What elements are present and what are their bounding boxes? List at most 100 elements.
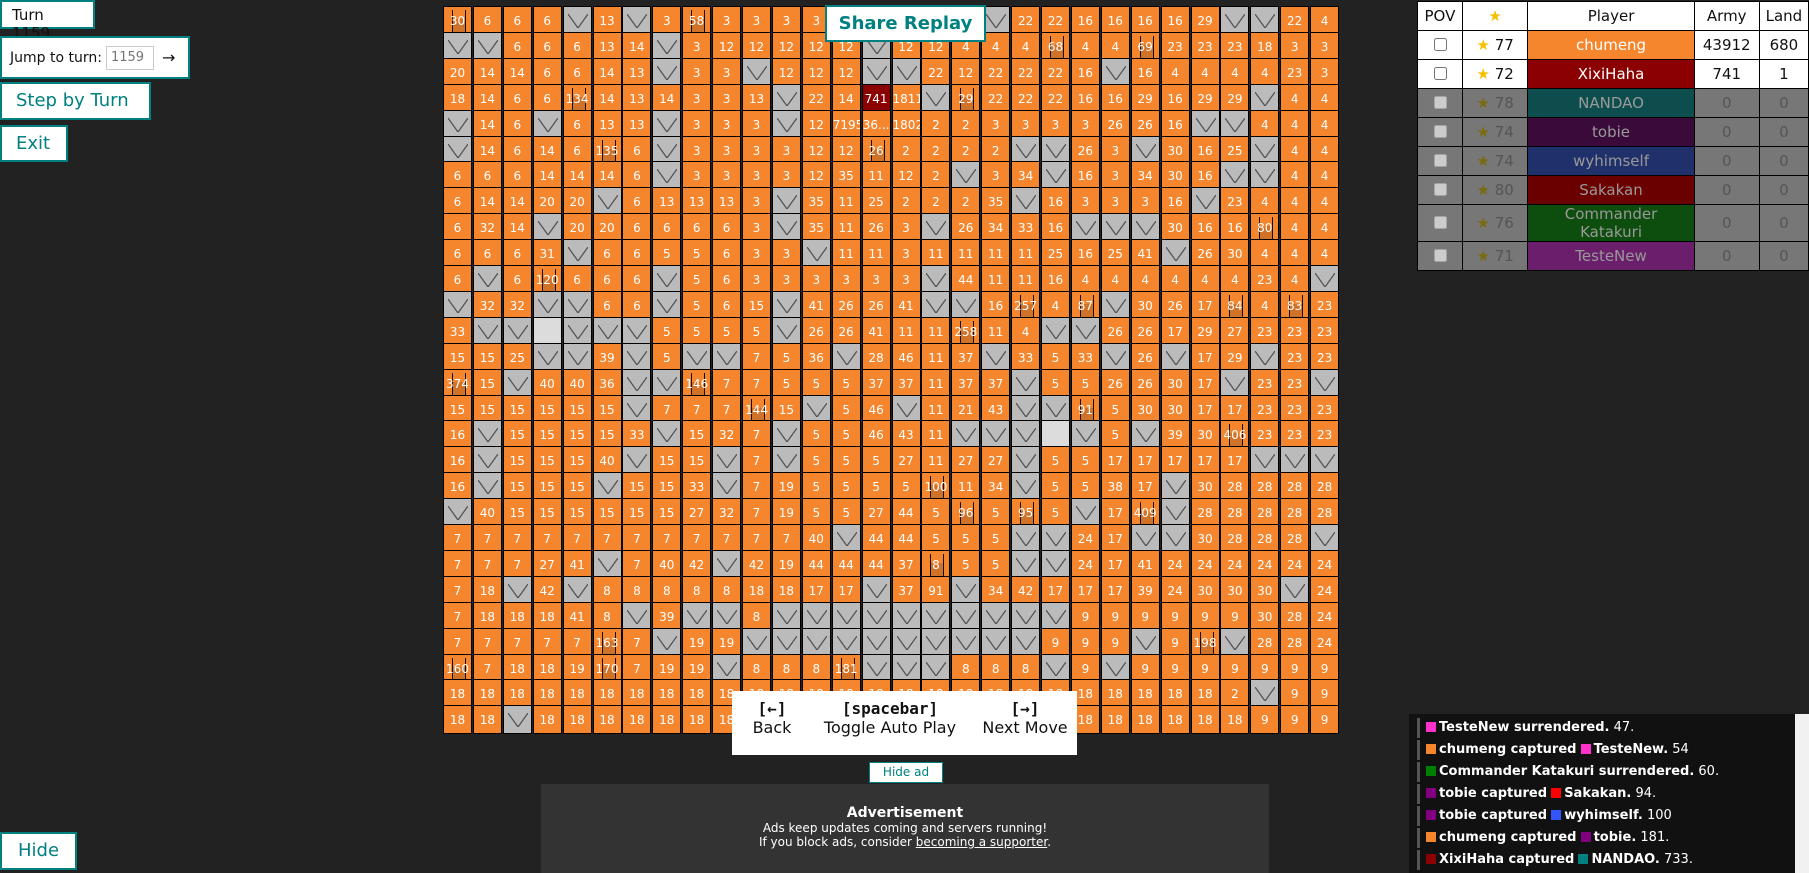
owned-tile[interactable]: 8 [682, 575, 712, 605]
owned-tile[interactable]: 9 [1100, 627, 1130, 657]
owned-tile[interactable]: 17 [1190, 290, 1220, 320]
owned-tile[interactable]: 7 [742, 524, 771, 553]
mountain-tile[interactable] [831, 627, 861, 657]
mountain-tile[interactable] [532, 213, 562, 243]
mountain-tile[interactable] [622, 6, 652, 35]
owned-tile[interactable]: 28 [1250, 498, 1280, 528]
mountain-tile[interactable] [771, 83, 801, 113]
mountain-tile[interactable] [921, 265, 951, 294]
owned-tile[interactable]: 4 [1310, 213, 1340, 243]
mountain-tile[interactable] [1250, 342, 1280, 372]
mountain-tile[interactable] [981, 420, 1011, 450]
owned-tile[interactable]: 28 [1280, 524, 1310, 553]
mountain-tile[interactable] [1011, 549, 1041, 579]
owned-tile[interactable]: 26 [1130, 316, 1160, 346]
owned-tile[interactable]: 3 [712, 57, 742, 87]
owned-tile[interactable]: 2 [921, 161, 951, 191]
mountain-tile[interactable] [771, 316, 801, 346]
owned-tile[interactable]: 8 [1011, 653, 1041, 683]
owned-tile[interactable]: 5 [801, 368, 831, 398]
owned-tile[interactable]: 11 [951, 239, 981, 269]
owned-tile[interactable]: 6 [443, 161, 472, 191]
mountain-tile[interactable] [951, 161, 981, 191]
owned-tile[interactable]: 34 [1011, 161, 1041, 191]
owned-tile[interactable]: 6 [622, 265, 652, 294]
owned-tile[interactable]: 28 [1250, 627, 1280, 657]
owned-tile[interactable]: 15 [652, 446, 682, 476]
owned-tile[interactable]: 36 [592, 368, 622, 398]
owned-tile[interactable]: 6 [532, 31, 562, 61]
owned-tile[interactable]: 41 [1130, 239, 1160, 269]
owned-tile[interactable]: 18 [562, 679, 592, 709]
back-control[interactable]: [←] Back [740, 699, 804, 737]
city-tile[interactable]: 95 [1011, 498, 1041, 528]
owned-tile[interactable]: 5 [831, 368, 861, 398]
city-tile[interactable]: 68 [1041, 31, 1070, 61]
owned-tile[interactable]: 18 [502, 601, 532, 631]
mountain-tile[interactable] [1280, 575, 1310, 605]
mountain-tile[interactable] [1011, 524, 1041, 553]
owned-tile[interactable]: 24 [1310, 575, 1340, 605]
owned-tile[interactable]: 19 [652, 653, 682, 683]
owned-tile[interactable]: 22 [1280, 6, 1310, 35]
owned-tile[interactable]: 14 [472, 187, 502, 217]
step-by-turn-button[interactable]: Step by Turn [0, 82, 151, 120]
owned-tile[interactable]: 6 [622, 135, 652, 165]
owned-tile[interactable]: 9 [1250, 653, 1280, 683]
owned-tile[interactable]: 4 [1280, 265, 1310, 294]
owned-tile[interactable]: 19 [682, 627, 712, 657]
owned-tile[interactable]: 16 [1070, 161, 1100, 191]
owned-tile[interactable]: 26 [861, 290, 891, 320]
mountain-tile[interactable] [981, 342, 1011, 372]
jump-go-arrow-icon[interactable]: → [162, 48, 175, 67]
owned-tile[interactable]: 16 [1190, 161, 1220, 191]
owned-tile[interactable]: 32 [712, 498, 742, 528]
owned-tile[interactable]: 6 [502, 83, 532, 113]
mountain-tile[interactable] [1011, 368, 1041, 398]
owned-tile[interactable]: 18 [771, 575, 801, 605]
owned-tile[interactable]: 35 [981, 187, 1011, 217]
mountain-tile[interactable] [1160, 239, 1190, 269]
owned-tile[interactable]: 19 [682, 653, 712, 683]
owned-tile[interactable]: 7 [652, 394, 682, 424]
owned-tile[interactable]: 6 [712, 239, 742, 269]
city-tile[interactable]: 409 [1130, 498, 1160, 528]
owned-tile[interactable]: 16 [1070, 83, 1100, 113]
owned-tile[interactable]: 4 [1100, 265, 1130, 294]
owned-tile[interactable]: 46 [891, 342, 921, 372]
owned-tile[interactable]: 13 [652, 187, 682, 217]
mountain-tile[interactable] [652, 627, 682, 657]
owned-tile[interactable]: 28 [1190, 498, 1220, 528]
owned-tile[interactable]: 6 [562, 135, 592, 165]
owned-tile[interactable]: 4 [1310, 239, 1340, 269]
owned-tile[interactable]: 4 [1250, 290, 1280, 320]
owned-tile[interactable]: 17 [1190, 394, 1220, 424]
owned-tile[interactable]: 16 [1220, 213, 1250, 243]
owned-tile[interactable]: 30 [1250, 601, 1280, 631]
owned-tile[interactable]: 11 [831, 213, 861, 243]
owned-tile[interactable]: 14 [502, 213, 532, 243]
owned-tile[interactable]: 5 [1100, 394, 1130, 424]
owned-tile[interactable]: 3 [831, 265, 861, 294]
owned-tile[interactable]: 20 [443, 57, 472, 87]
mountain-tile[interactable] [801, 601, 831, 631]
mountain-tile[interactable] [443, 109, 472, 139]
owned-tile[interactable]: 14 [472, 57, 502, 87]
owned-tile[interactable]: 6 [592, 265, 622, 294]
owned-tile[interactable]: 28 [1250, 472, 1280, 502]
owned-tile[interactable]: 7 [622, 653, 652, 683]
owned-tile[interactable]: 5 [801, 420, 831, 450]
owned-tile[interactable]: 18 [472, 705, 502, 735]
owned-tile[interactable]: 3 [1041, 109, 1070, 139]
owned-tile[interactable]: 37 [891, 368, 921, 398]
city-tile[interactable]: 120 [532, 265, 562, 294]
owned-tile[interactable]: 9 [1160, 627, 1190, 657]
owned-tile[interactable]: 29 [1190, 83, 1220, 113]
owned-tile[interactable]: 17 [1100, 498, 1130, 528]
owned-tile[interactable]: 41 [1130, 549, 1160, 579]
owned-tile[interactable]: 5 [981, 524, 1011, 553]
owned-tile[interactable]: 7 [742, 498, 771, 528]
owned-tile[interactable]: 9 [1310, 679, 1340, 709]
owned-tile[interactable]: 30 [1220, 239, 1250, 269]
city-tile[interactable]: 96 [951, 498, 981, 528]
